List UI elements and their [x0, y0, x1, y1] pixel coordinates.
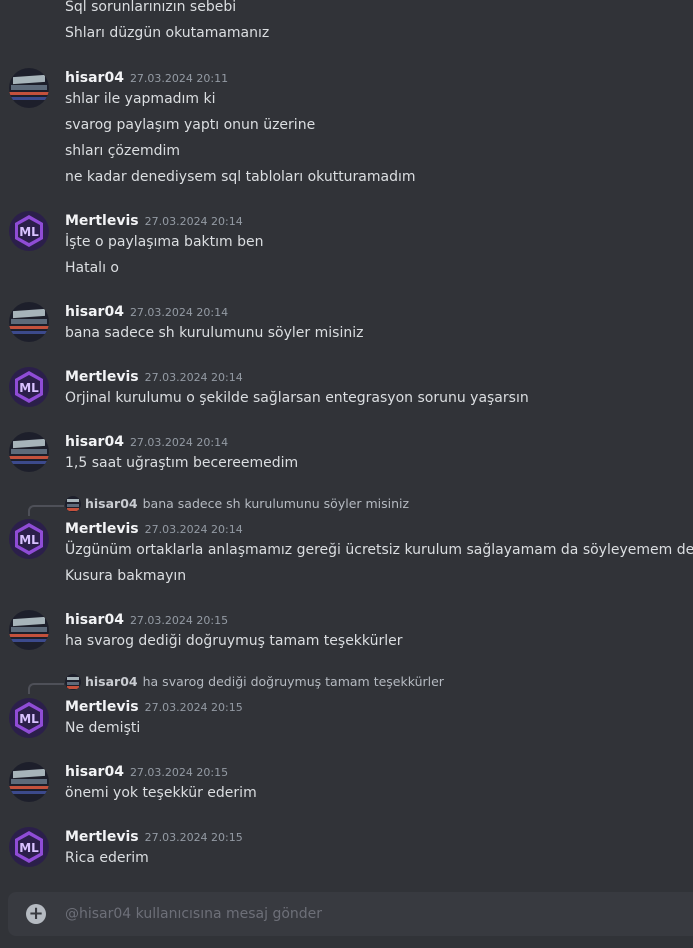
message-header: hisar04 27.03.2024 20:14: [65, 301, 228, 323]
message-header: Mertlevis 27.03.2024 20:15: [65, 826, 243, 848]
reply-spine: [28, 505, 64, 516]
message-text: Orjinal kurulumu o şekilde sağlarsan ent…: [65, 390, 529, 406]
user-avatar[interactable]: [9, 432, 49, 472]
message-text: Shları düzgün okutamamanız: [65, 25, 270, 41]
user-avatar[interactable]: ML: [9, 519, 49, 559]
message-text: 1,5 saat uğraştım becereemedim: [65, 455, 299, 471]
timestamp[interactable]: 27.03.2024 20:14: [130, 306, 228, 319]
message-header: hisar04 27.03.2024 20:15: [65, 609, 228, 631]
message-text: Hatalı o: [65, 260, 119, 276]
message-list: Sql sorunlarınızın sebebi Shları düzgün …: [0, 0, 693, 890]
reply-avatar: [65, 674, 81, 690]
message-composer[interactable]: + @hisar04 kullanıcısına mesaj gönder: [8, 892, 693, 936]
username[interactable]: hisar04: [65, 434, 124, 450]
message-text: Rica ederim: [65, 850, 149, 866]
timestamp[interactable]: 27.03.2024 20:15: [145, 701, 243, 714]
timestamp[interactable]: 27.03.2024 20:14: [145, 523, 243, 536]
reply-text: bana sadece sh kurulumunu söyler misiniz: [142, 496, 410, 511]
message-text: svarog paylaşım yaptı onun üzerine: [65, 117, 316, 133]
message-text: bana sadece sh kurulumunu söyler misiniz: [65, 325, 364, 341]
message-header: hisar04 27.03.2024 20:11: [65, 67, 228, 89]
message-text: İşte o paylaşıma baktım ben: [65, 234, 264, 250]
message-text: ha svarog dediği doğruymuş tamam teşekkü…: [65, 633, 403, 649]
reply-spine: [28, 683, 64, 694]
reply-text: ha svarog dediği doğruymuş tamam teşekkü…: [142, 674, 444, 689]
user-avatar[interactable]: ML: [9, 367, 49, 407]
message-text: shları çözemdim: [65, 143, 181, 159]
message-text: Sql sorunlarınızın sebebi: [65, 0, 237, 15]
reply-username: hisar04: [85, 496, 138, 511]
user-avatar[interactable]: ML: [9, 211, 49, 251]
timestamp[interactable]: 27.03.2024 20:14: [130, 436, 228, 449]
user-avatar[interactable]: ML: [9, 827, 49, 867]
timestamp[interactable]: 27.03.2024 20:15: [130, 614, 228, 627]
username[interactable]: hisar04: [65, 304, 124, 320]
message-header: Mertlevis 27.03.2024 20:14: [65, 210, 243, 232]
message-header: hisar04 27.03.2024 20:14: [65, 431, 228, 453]
svg-text:ML: ML: [19, 841, 39, 855]
message-text: önemi yok teşekkür ederim: [65, 785, 257, 801]
username[interactable]: hisar04: [65, 612, 124, 628]
reply-preview[interactable]: hisar04 bana sadece sh kurulumunu söyler…: [65, 495, 409, 513]
user-avatar[interactable]: [9, 762, 49, 802]
svg-text:ML: ML: [19, 225, 39, 239]
user-avatar[interactable]: [9, 68, 49, 108]
message-text: Üzgünüm ortaklarla anlaşmamız gereği ücr…: [65, 542, 693, 558]
message-text: shlar ile yapmadım ki: [65, 91, 216, 107]
message-header: hisar04 27.03.2024 20:15: [65, 761, 228, 783]
message-text: ne kadar denediysem sql tabloları okuttu…: [65, 169, 416, 185]
message-header: Mertlevis 27.03.2024 20:14: [65, 518, 243, 540]
message-text: Ne demişti: [65, 720, 141, 736]
timestamp[interactable]: 27.03.2024 20:15: [145, 831, 243, 844]
message-header: Mertlevis 27.03.2024 20:15: [65, 696, 243, 718]
reply-username: hisar04: [85, 674, 138, 689]
username[interactable]: hisar04: [65, 70, 124, 86]
timestamp[interactable]: 27.03.2024 20:14: [145, 371, 243, 384]
message-header: Mertlevis 27.03.2024 20:14: [65, 366, 243, 388]
svg-text:ML: ML: [19, 533, 39, 547]
user-avatar[interactable]: [9, 302, 49, 342]
reply-preview[interactable]: hisar04 ha svarog dediği doğruymuş tamam…: [65, 673, 444, 691]
svg-text:ML: ML: [19, 712, 39, 726]
message-text: Kusura bakmayın: [65, 568, 187, 584]
reply-avatar: [65, 496, 81, 512]
timestamp[interactable]: 27.03.2024 20:11: [130, 72, 228, 85]
user-avatar[interactable]: ML: [9, 698, 49, 738]
timestamp[interactable]: 27.03.2024 20:15: [130, 766, 228, 779]
username[interactable]: Mertlevis: [65, 369, 139, 385]
timestamp[interactable]: 27.03.2024 20:14: [145, 215, 243, 228]
username[interactable]: Mertlevis: [65, 213, 139, 229]
svg-text:ML: ML: [19, 381, 39, 395]
username[interactable]: Mertlevis: [65, 699, 139, 715]
username[interactable]: Mertlevis: [65, 521, 139, 537]
plus-circle-icon[interactable]: +: [26, 904, 46, 924]
username[interactable]: Mertlevis: [65, 829, 139, 845]
user-avatar[interactable]: [9, 610, 49, 650]
message-input[interactable]: @hisar04 kullanıcısına mesaj gönder: [65, 904, 322, 924]
username[interactable]: hisar04: [65, 764, 124, 780]
